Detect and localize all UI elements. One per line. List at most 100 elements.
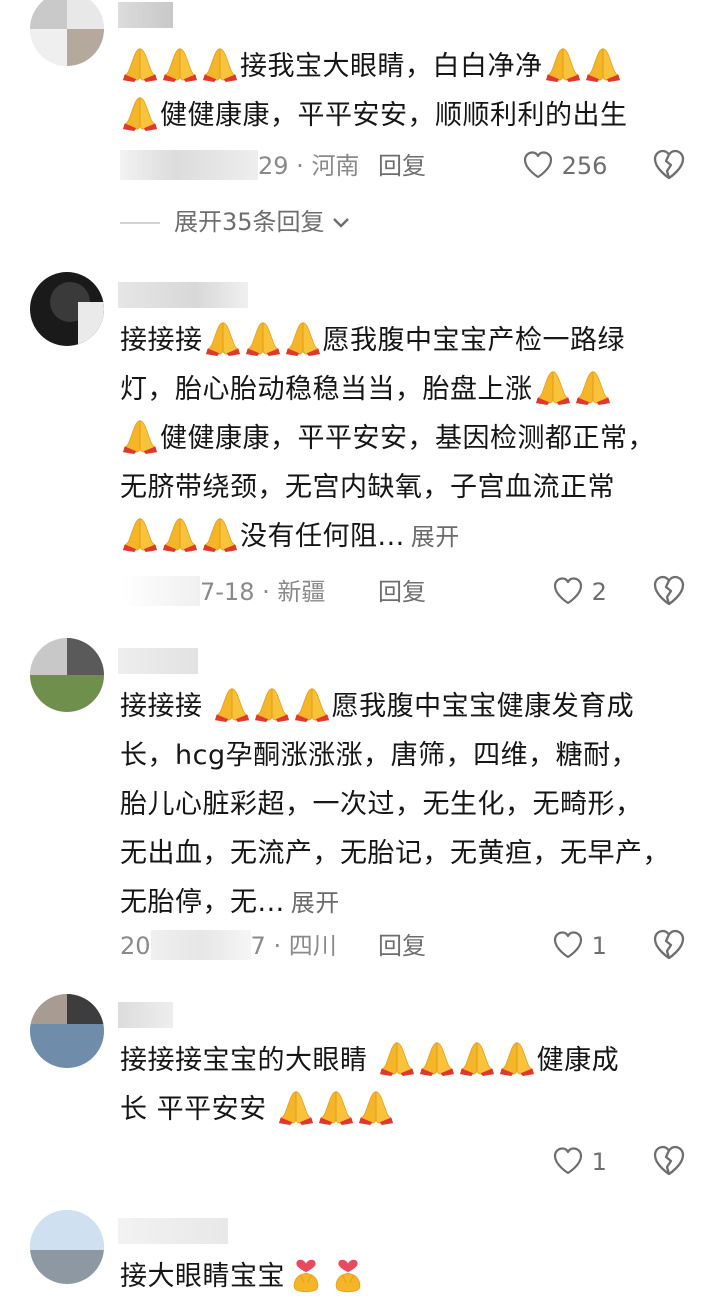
comment-text-part: 胎儿心脏彩超，一次过，无生化，无畸形， <box>120 789 643 820</box>
dislike-button[interactable] <box>652 148 686 182</box>
avatar[interactable] <box>30 1210 104 1284</box>
username-blurred[interactable] <box>118 2 173 28</box>
date-location: 29 · 河南 <box>120 146 359 186</box>
date-text: 7-18 <box>200 578 255 606</box>
pray-icon <box>574 368 612 406</box>
pray-icon <box>201 45 239 83</box>
pray-icon <box>161 515 199 553</box>
date-text: 20 <box>120 932 151 960</box>
expand-replies-button[interactable]: 展开35条回复 <box>120 202 351 242</box>
location-text: 河南 <box>311 152 360 180</box>
username-blurred[interactable] <box>118 648 198 674</box>
comment-text-part: 健健康康，平平安安，基因检测都正常， <box>160 423 655 454</box>
chevron-down-icon <box>332 218 349 228</box>
avatar[interactable] <box>30 994 104 1068</box>
pray-icon <box>418 1039 456 1077</box>
pray-icon <box>201 515 239 553</box>
comment-text-part: 无脐带绕颈，无宫内缺氧，子宫血流正常 <box>120 472 615 503</box>
broken-heart-icon <box>652 928 686 962</box>
comment-meta: 1 <box>120 1142 700 1182</box>
comment-meta: 20 7 · 四川 回复 1 <box>120 926 700 966</box>
dislike-button[interactable] <box>652 1144 686 1178</box>
comment-text-part: 接我宝大眼睛，白白净净 <box>240 51 543 82</box>
comment-text: 接接接宝宝的大眼睛 健康成 长 平平安安 <box>120 1036 695 1134</box>
date-blurred <box>120 576 200 606</box>
heart-outline-icon <box>552 1146 584 1176</box>
pray-icon <box>378 1039 416 1077</box>
comment-text-part: 接接接宝宝的大眼睛 <box>120 1045 368 1076</box>
heart-hands-icon <box>287 1254 325 1294</box>
comment-text: 接大眼睛宝宝 <box>120 1252 695 1301</box>
comment-text-part: 健康成 <box>536 1045 620 1076</box>
heart-outline-icon <box>552 576 584 606</box>
broken-heart-icon <box>652 574 686 608</box>
date-blurred <box>120 150 258 180</box>
heart-hands-icon <box>329 1254 367 1294</box>
comment-text-part: 长 平平安安 <box>120 1094 267 1125</box>
comment-meta: 29 · 河南 回复 256 <box>120 146 700 186</box>
like-count: 256 <box>561 152 608 180</box>
comment-text-part: 接接接 <box>120 325 203 356</box>
date-text: 29 <box>258 152 289 180</box>
username-blurred[interactable] <box>118 1218 228 1244</box>
expand-text-button[interactable]: 展开 <box>411 523 460 551</box>
pray-icon <box>458 1039 496 1077</box>
like-button[interactable]: 256 <box>522 146 607 186</box>
dislike-button[interactable] <box>652 574 686 608</box>
pray-icon <box>121 515 159 553</box>
expand-text-button[interactable]: 展开 <box>291 889 340 917</box>
pray-icon <box>317 1088 355 1126</box>
pray-icon <box>293 685 331 723</box>
date-location: 7-18 · 新疆 <box>120 572 325 612</box>
pray-icon <box>534 368 572 406</box>
comment-text: 接接接 愿我腹中宝宝健康发育成 长，hcg孕酮涨涨涨，唐筛，四维，糖耐， 胎儿心… <box>120 682 695 928</box>
comment-text-part: 愿我腹中宝宝健康发育成 <box>331 691 635 722</box>
username-blurred[interactable] <box>118 1002 173 1028</box>
comment-text: 接接接 愿我腹中宝宝产检一路绿 灯，胎心胎动稳稳当当，胎盘上涨 健健康康，平平安安… <box>120 316 695 562</box>
broken-heart-icon <box>652 148 686 182</box>
expand-replies-label: 展开35条回复 <box>174 208 325 236</box>
pray-icon <box>244 319 282 357</box>
pray-icon <box>121 94 159 132</box>
comment-text-part: 健健康康，平平安安，顺顺利利的出生 <box>160 100 628 131</box>
like-count: 2 <box>591 578 607 606</box>
comment-text-part: 长，hcg孕酮涨涨涨，唐筛，四维，糖耐， <box>120 740 639 771</box>
pray-icon <box>498 1039 536 1077</box>
pray-icon <box>161 45 199 83</box>
location-text: 新疆 <box>277 578 326 606</box>
comment-text: 接我宝大眼睛，白白净净 健健康康，平平安安，顺顺利利的出生 <box>120 42 695 140</box>
reply-button[interactable]: 回复 <box>378 146 426 186</box>
heart-outline-icon <box>522 150 554 180</box>
username-blurred[interactable] <box>118 282 248 308</box>
comment-text-part: 无胎停，无... <box>120 887 285 918</box>
like-button[interactable]: 2 <box>552 572 607 612</box>
broken-heart-icon <box>652 1144 686 1178</box>
pray-icon <box>121 417 159 455</box>
pray-icon <box>284 319 322 357</box>
heart-outline-icon <box>552 930 584 960</box>
pray-icon <box>204 319 242 357</box>
comment-meta: 7-18 · 新疆 回复 2 <box>120 572 700 612</box>
date-location: 20 7 · 四川 <box>120 930 337 960</box>
like-button[interactable]: 1 <box>552 1142 607 1182</box>
comment-text-part: 灯，胎心胎动稳稳当当，胎盘上涨 <box>120 374 533 405</box>
avatar[interactable] <box>30 0 104 66</box>
pray-icon <box>253 685 291 723</box>
comment-text-part: 无出血，无流产，无胎记，无黄疸，无早产， <box>120 838 670 869</box>
divider-line <box>120 222 160 224</box>
date-text: 7 <box>250 932 266 960</box>
pray-icon <box>357 1088 395 1126</box>
reply-button[interactable]: 回复 <box>378 926 426 966</box>
pray-icon <box>584 45 622 83</box>
like-button[interactable]: 1 <box>552 926 607 966</box>
pray-icon <box>544 45 582 83</box>
like-count: 1 <box>591 932 607 960</box>
pray-icon <box>121 45 159 83</box>
avatar[interactable] <box>30 638 104 712</box>
avatar[interactable] <box>30 272 104 346</box>
location-text: 四川 <box>288 932 337 960</box>
comment-text-part: 接大眼睛宝宝 <box>120 1261 285 1292</box>
like-count: 1 <box>591 1148 607 1176</box>
reply-button[interactable]: 回复 <box>378 572 426 612</box>
dislike-button[interactable] <box>652 928 686 962</box>
